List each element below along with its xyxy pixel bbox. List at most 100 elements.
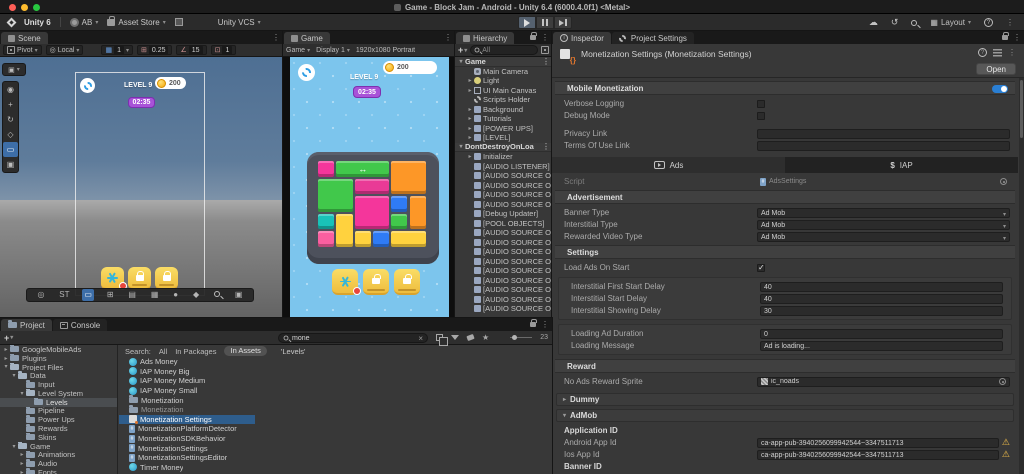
shading-icon[interactable]: ▤ bbox=[126, 289, 138, 301]
snap-scale-control[interactable]: ⊡1 bbox=[211, 45, 237, 55]
locked-booster-button[interactable] bbox=[394, 269, 420, 295]
foldout-arrow-icon[interactable]: ▾ bbox=[457, 143, 465, 150]
package-manager-icon[interactable] bbox=[175, 18, 183, 26]
puzzle-block[interactable] bbox=[355, 231, 371, 247]
project-result-item[interactable]: #MonetizationSDKBehavior bbox=[119, 434, 552, 444]
grid-visibility-icon[interactable]: ▦ bbox=[149, 289, 161, 301]
snap-rotate-control[interactable]: ∠15 bbox=[176, 45, 206, 55]
project-result-item[interactable]: #MonetizationSettings bbox=[119, 443, 552, 453]
pause-button[interactable] bbox=[536, 16, 554, 29]
project-result-item[interactable]: Ads Money bbox=[119, 357, 552, 367]
help-icon[interactable]: ? bbox=[978, 48, 987, 57]
verbose-logging-checkbox[interactable] bbox=[757, 100, 765, 108]
foldout-admob[interactable]: ▾AdMob bbox=[556, 409, 1014, 422]
foldout-arrow-icon[interactable]: ▾ bbox=[2, 363, 10, 370]
puzzle-block[interactable] bbox=[391, 196, 407, 212]
orientation-dropdown[interactable]: ◎Local▾ bbox=[46, 45, 84, 55]
project-tree-item[interactable]: ▾Level System bbox=[0, 389, 117, 398]
tab-project-settings[interactable]: Project Settings bbox=[612, 32, 694, 44]
lock-icon[interactable] bbox=[530, 35, 536, 40]
iap-tab[interactable]: $IAP bbox=[785, 157, 1018, 173]
object-picker-icon[interactable] bbox=[1000, 178, 1007, 185]
hierarchy-scene-row[interactable]: ▾DontDestroyOnLoa⋮ bbox=[455, 143, 552, 153]
hierarchy-item[interactable]: [AUDIO SOURCE OB bbox=[455, 285, 552, 295]
project-tree-item[interactable]: ▾Project Files bbox=[0, 363, 117, 372]
hierarchy-item[interactable]: [AUDIO SOURCE OB bbox=[455, 228, 552, 238]
presets-icon[interactable] bbox=[993, 49, 1002, 57]
foldout-arrow-icon[interactable]: ▾ bbox=[457, 58, 465, 65]
locked-booster-button[interactable] bbox=[363, 269, 389, 295]
puzzle-block[interactable] bbox=[318, 214, 334, 230]
vcs-dropdown[interactable]: Unity VCS▾ bbox=[218, 18, 261, 27]
showing-delay-input[interactable]: 30 bbox=[760, 306, 1003, 316]
game-panel-menu-icon[interactable]: ⋮ bbox=[444, 33, 452, 42]
st-toggle[interactable]: ST bbox=[57, 289, 71, 301]
project-tree-item[interactable]: Pipeline bbox=[0, 407, 117, 416]
lock-icon[interactable] bbox=[1002, 35, 1008, 40]
tab-game[interactable]: Game bbox=[284, 32, 330, 44]
type-filter-icon[interactable] bbox=[451, 335, 459, 340]
section-advertisement[interactable]: Advertisement bbox=[555, 190, 1015, 204]
project-tree-item[interactable]: ▾Data bbox=[0, 371, 117, 380]
foldout-arrow-icon[interactable]: ▾ bbox=[18, 390, 26, 397]
project-result-item[interactable]: Monetization Settings bbox=[119, 415, 552, 425]
account-dropdown[interactable]: AB▾ bbox=[70, 18, 99, 27]
tab-hierarchy[interactable]: Hierarchy bbox=[456, 32, 514, 44]
project-menu-icon[interactable]: ⋮ bbox=[541, 320, 549, 329]
play-button[interactable] bbox=[518, 16, 536, 29]
interstitial-type-dropdown[interactable]: Ad Mob▾ bbox=[757, 220, 1010, 230]
hierarchy-scene-row[interactable]: ▾Game⋮ bbox=[455, 57, 552, 67]
foldout-arrow-icon[interactable]: ▸ bbox=[466, 115, 474, 122]
foldout-arrow-icon[interactable]: ▸ bbox=[18, 460, 26, 467]
toolbar-menu-icon[interactable]: ⋮ bbox=[1006, 18, 1014, 27]
move-tool[interactable]: + bbox=[3, 97, 18, 112]
resolution-dropdown[interactable]: 1920x1080 Portrait bbox=[356, 47, 415, 54]
first-start-delay-input[interactable]: 40 bbox=[760, 282, 1003, 292]
hierarchy-item[interactable]: ▸[POWER UPS] bbox=[455, 124, 552, 134]
puzzle-block[interactable] bbox=[391, 161, 426, 194]
hierarchy-item[interactable]: ▸Light bbox=[455, 76, 552, 86]
hierarchy-item[interactable]: Main Camera bbox=[455, 67, 552, 77]
hierarchy-item[interactable]: ▸UI Main Canvas bbox=[455, 86, 552, 96]
favorites-icon[interactable]: ★ bbox=[482, 333, 489, 342]
foldout-arrow-icon[interactable]: ▸ bbox=[466, 134, 474, 141]
label-filter-icon[interactable] bbox=[466, 334, 474, 341]
tab-inspector[interactable]: iInspector bbox=[553, 32, 611, 44]
scene-picking-icon[interactable] bbox=[541, 46, 549, 54]
hierarchy-item[interactable]: ▸Background bbox=[455, 105, 552, 115]
load-ads-checkbox[interactable] bbox=[757, 264, 765, 272]
foldout-arrow-icon[interactable]: ▸ bbox=[18, 469, 26, 474]
puzzle-block[interactable] bbox=[391, 231, 426, 247]
scene-search-icon[interactable] bbox=[212, 289, 222, 301]
draw-mode-dropdown[interactable]: ▣▾ bbox=[2, 63, 26, 76]
tab-console[interactable]: Console bbox=[53, 319, 107, 331]
banner-type-dropdown[interactable]: Ad Mob▾ bbox=[757, 208, 1010, 218]
project-result-item[interactable]: #MonetizationSettingsEditor bbox=[119, 453, 552, 463]
project-search-input[interactable]: mone× bbox=[278, 333, 428, 343]
project-tree-item[interactable]: ▸Plugins bbox=[0, 354, 117, 363]
section-mobile-monetization[interactable]: Mobile Monetization bbox=[555, 81, 1015, 95]
foldout-arrow-icon[interactable]: ▸ bbox=[466, 106, 474, 113]
foldout-arrow-icon[interactable]: ▸ bbox=[466, 153, 474, 160]
search-icon[interactable] bbox=[911, 20, 917, 26]
enable-toggle[interactable] bbox=[992, 85, 1008, 93]
icon-size-slider[interactable] bbox=[510, 337, 532, 338]
project-tree-item[interactable]: Levels bbox=[0, 398, 117, 407]
project-tree-item[interactable]: Skins bbox=[0, 433, 117, 442]
scope-in-packages-button[interactable]: In Packages bbox=[175, 347, 216, 356]
help-icon[interactable]: ? bbox=[984, 18, 993, 27]
create-object-button[interactable]: +▾ bbox=[458, 45, 467, 55]
project-tree-item[interactable]: ▸GoogleMobileAds bbox=[0, 345, 117, 354]
game-target-dropdown[interactable]: Game▾ bbox=[286, 47, 310, 54]
ios-app-id-input[interactable]: ca-app-pub-3940256099942544~3347511713 bbox=[757, 450, 999, 460]
view-tool[interactable]: ◉ bbox=[3, 82, 18, 97]
project-result-item[interactable]: #MonetizationPlatformDetector bbox=[119, 424, 552, 434]
puzzle-block[interactable] bbox=[355, 179, 390, 195]
hierarchy-item[interactable]: ▸Tutorials bbox=[455, 114, 552, 124]
start-delay-input[interactable]: 40 bbox=[760, 294, 1003, 304]
scope-in-assets-button[interactable]: In Assets bbox=[224, 346, 266, 356]
puzzle-block[interactable] bbox=[336, 214, 352, 247]
privacy-link-input[interactable] bbox=[757, 129, 1010, 139]
lock-icon[interactable] bbox=[530, 322, 536, 327]
puzzle-block[interactable] bbox=[318, 231, 334, 247]
